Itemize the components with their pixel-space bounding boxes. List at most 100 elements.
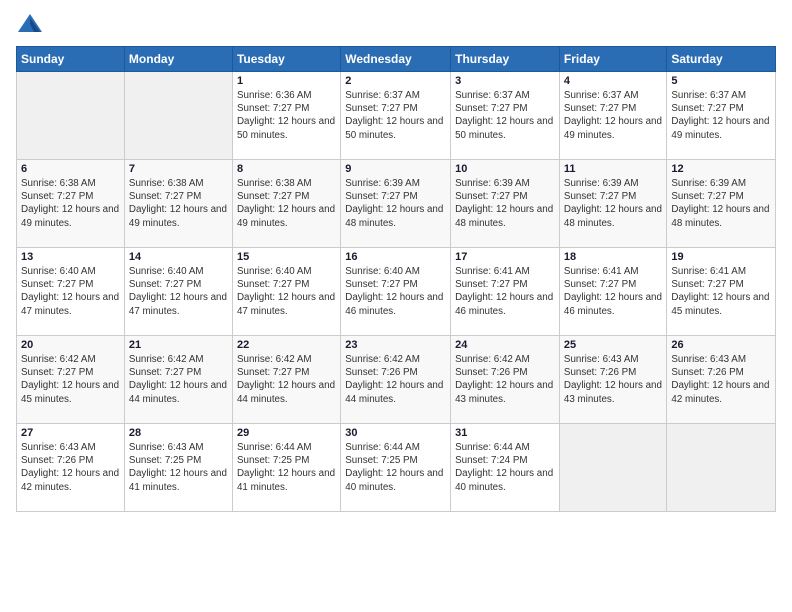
calendar-week-row: 27Sunrise: 6:43 AM Sunset: 7:26 PM Dayli… xyxy=(17,424,776,512)
day-number: 18 xyxy=(564,251,662,263)
day-info: Sunrise: 6:44 AM Sunset: 7:25 PM Dayligh… xyxy=(345,441,446,494)
day-number: 25 xyxy=(564,339,662,351)
calendar-day-cell: 27Sunrise: 6:43 AM Sunset: 7:26 PM Dayli… xyxy=(17,424,125,512)
day-info: Sunrise: 6:37 AM Sunset: 7:27 PM Dayligh… xyxy=(455,89,555,142)
day-info: Sunrise: 6:43 AM Sunset: 7:26 PM Dayligh… xyxy=(671,353,771,406)
calendar-day-cell: 5 Sunrise: 6:37 AM Sunset: 7:27 PM Daylig… xyxy=(667,72,776,160)
day-info: Sunrise: 6:43 AM Sunset: 7:26 PM Dayligh… xyxy=(21,441,120,494)
calendar-day-cell: 8 Sunrise: 6:38 AM Sunset: 7:27 PM Daylig… xyxy=(232,160,340,248)
calendar-day-cell: 20 Sunrise: 6:42 AM Sunset: 7:27 PM Dayli… xyxy=(17,336,125,424)
calendar-day-cell: 18 Sunrise: 6:41 AM Sunset: 7:27 PM Dayli… xyxy=(559,248,666,336)
day-number: 7 xyxy=(129,163,228,175)
day-number: 14 xyxy=(129,251,228,263)
day-number: 15 xyxy=(237,251,336,263)
day-info: Sunrise: 6:38 AM Sunset: 7:27 PM Dayligh… xyxy=(21,177,120,230)
calendar-day-header: Saturday xyxy=(667,47,776,72)
day-info: Sunrise: 6:42 AM Sunset: 7:27 PM Dayligh… xyxy=(21,353,120,406)
day-info: Sunrise: 6:39 AM Sunset: 7:27 PM Dayligh… xyxy=(671,177,771,230)
calendar-day-cell xyxy=(124,72,232,160)
day-info: Sunrise: 6:42 AM Sunset: 7:26 PM Dayligh… xyxy=(345,353,446,406)
day-info: Sunrise: 6:43 AM Sunset: 7:25 PM Dayligh… xyxy=(129,441,228,494)
day-number: 30 xyxy=(345,427,446,439)
calendar-week-row: 20 Sunrise: 6:42 AM Sunset: 7:27 PM Dayli… xyxy=(17,336,776,424)
day-info: Sunrise: 6:41 AM Sunset: 7:27 PM Dayligh… xyxy=(455,265,555,318)
calendar-day-header: Thursday xyxy=(451,47,560,72)
calendar-day-cell xyxy=(559,424,666,512)
day-info: Sunrise: 6:37 AM Sunset: 7:27 PM Dayligh… xyxy=(671,89,771,142)
calendar-day-cell: 21 Sunrise: 6:42 AM Sunset: 7:27 PM Dayli… xyxy=(124,336,232,424)
day-number: 2 xyxy=(345,75,446,87)
day-info: Sunrise: 6:39 AM Sunset: 7:27 PM Dayligh… xyxy=(564,177,662,230)
calendar-day-cell: 23 Sunrise: 6:42 AM Sunset: 7:26 PM Dayli… xyxy=(341,336,451,424)
day-info: Sunrise: 6:41 AM Sunset: 7:27 PM Dayligh… xyxy=(564,265,662,318)
page-header xyxy=(16,12,776,40)
day-info: Sunrise: 6:40 AM Sunset: 7:27 PM Dayligh… xyxy=(237,265,336,318)
calendar-table: SundayMondayTuesdayWednesdayThursdayFrid… xyxy=(16,46,776,512)
day-info: Sunrise: 6:40 AM Sunset: 7:27 PM Dayligh… xyxy=(21,265,120,318)
day-number: 8 xyxy=(237,163,336,175)
day-number: 21 xyxy=(129,339,228,351)
logo-icon xyxy=(16,12,44,40)
calendar-day-cell: 29Sunrise: 6:44 AM Sunset: 7:25 PM Dayli… xyxy=(232,424,340,512)
day-number: 24 xyxy=(455,339,555,351)
calendar-day-cell: 3 Sunrise: 6:37 AM Sunset: 7:27 PM Daylig… xyxy=(451,72,560,160)
day-info: Sunrise: 6:42 AM Sunset: 7:27 PM Dayligh… xyxy=(237,353,336,406)
day-number: 13 xyxy=(21,251,120,263)
calendar-day-cell xyxy=(17,72,125,160)
day-number: 3 xyxy=(455,75,555,87)
day-info: Sunrise: 6:44 AM Sunset: 7:25 PM Dayligh… xyxy=(237,441,336,494)
calendar-day-header: Tuesday xyxy=(232,47,340,72)
calendar-day-cell: 16Sunrise: 6:40 AM Sunset: 7:27 PM Dayli… xyxy=(341,248,451,336)
calendar-day-cell: 19 Sunrise: 6:41 AM Sunset: 7:27 PM Dayli… xyxy=(667,248,776,336)
day-number: 19 xyxy=(671,251,771,263)
day-number: 1 xyxy=(237,75,336,87)
day-info: Sunrise: 6:38 AM Sunset: 7:27 PM Dayligh… xyxy=(129,177,228,230)
day-info: Sunrise: 6:39 AM Sunset: 7:27 PM Dayligh… xyxy=(345,177,446,230)
day-info: Sunrise: 6:37 AM Sunset: 7:27 PM Dayligh… xyxy=(564,89,662,142)
calendar-header-row: SundayMondayTuesdayWednesdayThursdayFrid… xyxy=(17,47,776,72)
day-number: 10 xyxy=(455,163,555,175)
day-info: Sunrise: 6:43 AM Sunset: 7:26 PM Dayligh… xyxy=(564,353,662,406)
day-number: 9 xyxy=(345,163,446,175)
day-number: 23 xyxy=(345,339,446,351)
calendar-day-cell: 14Sunrise: 6:40 AM Sunset: 7:27 PM Dayli… xyxy=(124,248,232,336)
calendar-day-header: Monday xyxy=(124,47,232,72)
calendar-day-header: Wednesday xyxy=(341,47,451,72)
calendar-day-cell: 10 Sunrise: 6:39 AM Sunset: 7:27 PM Dayli… xyxy=(451,160,560,248)
day-info: Sunrise: 6:39 AM Sunset: 7:27 PM Dayligh… xyxy=(455,177,555,230)
calendar-day-cell: 12 Sunrise: 6:39 AM Sunset: 7:27 PM Dayli… xyxy=(667,160,776,248)
calendar-day-header: Sunday xyxy=(17,47,125,72)
calendar-day-cell: 9 Sunrise: 6:39 AM Sunset: 7:27 PM Daylig… xyxy=(341,160,451,248)
page-container: SundayMondayTuesdayWednesdayThursdayFrid… xyxy=(0,0,792,520)
day-number: 16 xyxy=(345,251,446,263)
day-number: 6 xyxy=(21,163,120,175)
calendar-week-row: 13 Sunrise: 6:40 AM Sunset: 7:27 PM Dayli… xyxy=(17,248,776,336)
calendar-day-header: Friday xyxy=(559,47,666,72)
calendar-day-cell: 28Sunrise: 6:43 AM Sunset: 7:25 PM Dayli… xyxy=(124,424,232,512)
day-info: Sunrise: 6:37 AM Sunset: 7:27 PM Dayligh… xyxy=(345,89,446,142)
day-number: 5 xyxy=(671,75,771,87)
day-info: Sunrise: 6:38 AM Sunset: 7:27 PM Dayligh… xyxy=(237,177,336,230)
day-number: 11 xyxy=(564,163,662,175)
calendar-day-cell: 11 Sunrise: 6:39 AM Sunset: 7:27 PM Dayli… xyxy=(559,160,666,248)
calendar-day-cell: 22 Sunrise: 6:42 AM Sunset: 7:27 PM Dayli… xyxy=(232,336,340,424)
calendar-day-cell: 17 Sunrise: 6:41 AM Sunset: 7:27 PM Dayli… xyxy=(451,248,560,336)
calendar-day-cell: 30 Sunrise: 6:44 AM Sunset: 7:25 PM Dayli… xyxy=(341,424,451,512)
calendar-week-row: 1 Sunrise: 6:36 AM Sunset: 7:27 PM Daylig… xyxy=(17,72,776,160)
calendar-day-cell: 13 Sunrise: 6:40 AM Sunset: 7:27 PM Dayli… xyxy=(17,248,125,336)
day-info: Sunrise: 6:44 AM Sunset: 7:24 PM Dayligh… xyxy=(455,441,555,494)
day-info: Sunrise: 6:42 AM Sunset: 7:26 PM Dayligh… xyxy=(455,353,555,406)
day-info: Sunrise: 6:41 AM Sunset: 7:27 PM Dayligh… xyxy=(671,265,771,318)
day-number: 12 xyxy=(671,163,771,175)
calendar-day-cell xyxy=(667,424,776,512)
day-number: 31 xyxy=(455,427,555,439)
day-number: 20 xyxy=(21,339,120,351)
calendar-day-cell: 4Sunrise: 6:37 AM Sunset: 7:27 PM Daylig… xyxy=(559,72,666,160)
day-number: 22 xyxy=(237,339,336,351)
calendar-day-cell: 15 Sunrise: 6:40 AM Sunset: 7:27 PM Dayli… xyxy=(232,248,340,336)
calendar-day-cell: 24 Sunrise: 6:42 AM Sunset: 7:26 PM Dayli… xyxy=(451,336,560,424)
day-number: 17 xyxy=(455,251,555,263)
logo xyxy=(16,12,46,40)
day-info: Sunrise: 6:42 AM Sunset: 7:27 PM Dayligh… xyxy=(129,353,228,406)
day-info: Sunrise: 6:36 AM Sunset: 7:27 PM Dayligh… xyxy=(237,89,336,142)
